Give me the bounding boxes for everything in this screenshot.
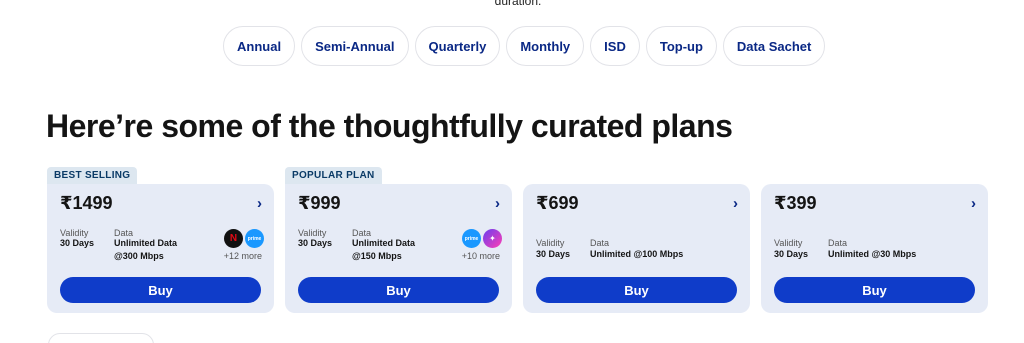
ott-icons: prime ✦	[460, 229, 502, 248]
data-value-line2: @300 Mbps	[114, 251, 164, 261]
streaming-app-icon: ✦	[483, 229, 502, 248]
chevron-right-icon[interactable]: ›	[495, 195, 500, 212]
netflix-icon: N	[224, 229, 243, 248]
validity-value: 30 Days	[60, 238, 95, 248]
plan-card-699: ₹699 › Validity 30 Days Data Unlimited @…	[523, 167, 750, 313]
more-ott-count: +10 more	[461, 251, 500, 261]
popular-plan-tag: POPULAR PLAN	[285, 167, 382, 184]
plan-card-1499: BEST SELLING ₹1499 › Validity 30 Days Da…	[47, 167, 274, 313]
prime-video-icon: prime	[462, 229, 481, 248]
buy-button[interactable]: Buy	[298, 277, 499, 303]
data-value-line1: Unlimited Data	[352, 238, 416, 248]
plan-card-999: POPULAR PLAN ₹999 › Validity 30 Days Dat…	[285, 167, 512, 313]
filter-chip-top-up[interactable]: Top-up	[645, 26, 717, 66]
plan-card-body[interactable]: ₹999 › Validity 30 Days Data Unlimited D…	[285, 184, 512, 313]
plan-price: ₹699	[536, 193, 579, 213]
section-heading: Here’re some of the thoughtfully curated…	[46, 108, 733, 144]
validity-label: Validity	[536, 238, 565, 248]
data-label: Data	[590, 238, 610, 248]
plan-price: ₹399	[774, 193, 817, 213]
buy-button[interactable]: Buy	[60, 277, 261, 303]
validity-value: 30 Days	[774, 249, 809, 259]
chevron-right-icon[interactable]: ›	[257, 195, 262, 212]
filter-chip-isd[interactable]: ISD	[590, 26, 640, 66]
data-value-line1: Unlimited Data	[114, 238, 178, 248]
plan-card-body[interactable]: ₹1499 › Validity 30 Days Data Unlimited …	[47, 184, 274, 313]
filter-chip-annual[interactable]: Annual	[223, 26, 296, 66]
prime-video-icon: prime	[245, 229, 264, 248]
best-selling-tag: BEST SELLING	[47, 167, 138, 184]
intro-text-fragment: duration.	[494, 0, 542, 8]
data-value-line2: @150 Mbps	[352, 251, 402, 261]
validity-value: 30 Days	[536, 249, 571, 259]
bottom-pill-button[interactable]	[48, 333, 154, 343]
data-label: Data	[828, 238, 848, 248]
filter-chip-monthly[interactable]: Monthly	[506, 26, 585, 66]
more-ott-count: +12 more	[223, 251, 262, 261]
buy-button[interactable]: Buy	[774, 277, 975, 303]
validity-label: Validity	[774, 238, 803, 248]
plan-card-body[interactable]: ₹699 › Validity 30 Days Data Unlimited @…	[523, 184, 750, 313]
plan-card-body[interactable]: ₹399 › Validity 30 Days Data Unlimited @…	[761, 184, 988, 313]
filter-chip-data-sachet[interactable]: Data Sachet	[722, 26, 826, 66]
buy-button[interactable]: Buy	[536, 277, 737, 303]
plan-price: ₹1499	[60, 193, 113, 213]
chevron-right-icon[interactable]: ›	[971, 195, 976, 212]
ott-icons: N prime	[222, 229, 264, 248]
filter-chip-quarterly[interactable]: Quarterly	[414, 26, 501, 66]
plan-filter-chips: Annual Semi-Annual Quarterly Monthly ISD…	[223, 26, 826, 66]
data-value: Unlimited @100 Mbps	[590, 249, 684, 259]
filter-chip-semi-annual[interactable]: Semi-Annual	[301, 26, 409, 66]
plan-price: ₹999	[298, 193, 341, 213]
plan-cards: BEST SELLING ₹1499 › Validity 30 Days Da…	[47, 167, 989, 313]
chevron-right-icon[interactable]: ›	[733, 195, 738, 212]
data-value: Unlimited @30 Mbps	[828, 249, 917, 259]
validity-value: 30 Days	[298, 238, 333, 248]
plan-card-399: ₹399 › Validity 30 Days Data Unlimited @…	[761, 167, 988, 313]
